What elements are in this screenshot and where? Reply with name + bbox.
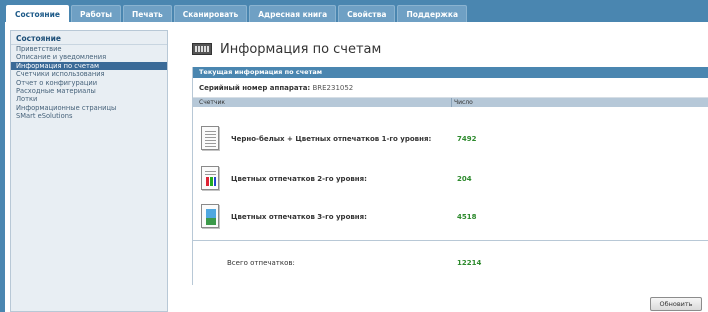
counter-value: 7492 bbox=[457, 135, 477, 143]
tab-address-book[interactable]: Адресная книга bbox=[249, 5, 337, 22]
tab-scan[interactable]: Сканировать bbox=[173, 5, 248, 22]
page-title: Информация по счетам bbox=[220, 41, 382, 57]
sidebar-item-information-pages[interactable]: Информационные страницы bbox=[11, 104, 167, 112]
sidebar-item-supplies[interactable]: Расходные материалы bbox=[11, 87, 167, 95]
tab-properties[interactable]: Свойства bbox=[338, 5, 396, 22]
sidebar-item-usage-counters[interactable]: Счетчики использования bbox=[11, 70, 167, 78]
billing-info-icon bbox=[192, 43, 212, 55]
billing-panel: Текущая информация по счетам Серийный но… bbox=[192, 67, 708, 285]
column-separator bbox=[451, 98, 452, 107]
document-color-image-icon bbox=[201, 204, 219, 228]
serial-number-row: Серийный номер аппарата: BRE231052 bbox=[193, 78, 708, 98]
sidebar-item-trays[interactable]: Лотки bbox=[11, 95, 167, 103]
counter-label: Черно-белых + Цветных отпечатков 1-го ур… bbox=[231, 135, 432, 143]
counter-label: Цветных отпечатков 3-го уровня: bbox=[231, 213, 367, 221]
serial-number-label: Серийный номер аппарата: bbox=[199, 84, 311, 92]
tab-support[interactable]: Поддержка bbox=[397, 5, 468, 22]
left-accent-strip bbox=[0, 22, 5, 312]
sidebar-item-configuration-report[interactable]: Отчет о конфигурации bbox=[11, 79, 167, 87]
table-row: Цветных отпечатков 3-го уровня: 4518 bbox=[193, 201, 708, 235]
document-color-chart-icon bbox=[201, 166, 219, 190]
table-row: Черно-белых + Цветных отпечатков 1-го ур… bbox=[193, 123, 708, 157]
sidebar-heading: Состояние bbox=[11, 31, 167, 45]
sidebar-item-billing-info[interactable]: Информация по счетам bbox=[11, 61, 167, 71]
total-value: 12214 bbox=[457, 259, 482, 267]
sidebar: Состояние Приветствие Описание и уведомл… bbox=[10, 30, 168, 312]
panel-title: Текущая информация по счетам bbox=[193, 67, 708, 78]
sidebar-item-welcome[interactable]: Приветствие bbox=[11, 45, 167, 53]
counter-value: 204 bbox=[457, 175, 472, 183]
total-row: Всего отпечатков: 12214 bbox=[193, 247, 708, 281]
total-label: Всего отпечатков: bbox=[227, 259, 295, 267]
counter-value: 4518 bbox=[457, 213, 477, 221]
column-header-counter: Счетчик bbox=[199, 99, 225, 106]
refresh-button[interactable]: Обновить bbox=[650, 297, 702, 311]
column-header-number: Число bbox=[454, 99, 473, 106]
counter-label: Цветных отпечатков 2-го уровня: bbox=[231, 175, 367, 183]
table-row: Цветных отпечатков 2-го уровня: 204 bbox=[193, 163, 708, 197]
serial-number-value: BRE231052 bbox=[312, 84, 354, 92]
top-navigation: Состояние Работы Печать Сканировать Адре… bbox=[0, 0, 708, 22]
tab-print[interactable]: Печать bbox=[123, 5, 172, 22]
sidebar-item-smart-esolutions[interactable]: SMart eSolutions bbox=[11, 112, 167, 120]
tab-status[interactable]: Состояние bbox=[6, 5, 69, 22]
document-bw-icon bbox=[201, 126, 219, 150]
page-header: Информация по счетам bbox=[192, 38, 381, 60]
divider bbox=[193, 240, 708, 241]
table-header: Счетчик Число bbox=[193, 98, 708, 107]
sidebar-item-description-alerts[interactable]: Описание и уведомления bbox=[11, 53, 167, 61]
tab-jobs[interactable]: Работы bbox=[70, 5, 122, 22]
